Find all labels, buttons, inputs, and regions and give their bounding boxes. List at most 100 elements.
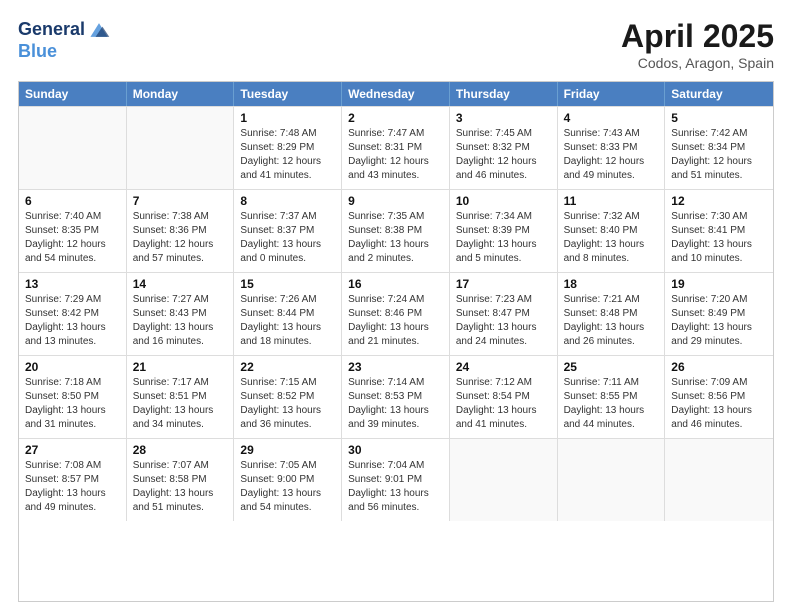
calendar-week-row: 13Sunrise: 7:29 AMSunset: 8:42 PMDayligh… — [19, 272, 773, 355]
calendar-cell: 28Sunrise: 7:07 AMSunset: 8:58 PMDayligh… — [127, 439, 235, 521]
daylight-text: Daylight: 12 hours and 49 minutes. — [564, 155, 659, 183]
calendar-cell: 21Sunrise: 7:17 AMSunset: 8:51 PMDayligh… — [127, 356, 235, 438]
calendar-cell: 30Sunrise: 7:04 AMSunset: 9:01 PMDayligh… — [342, 439, 450, 521]
day-number: 24 — [456, 360, 551, 374]
day-number: 7 — [133, 194, 228, 208]
calendar-cell: 3Sunrise: 7:45 AMSunset: 8:32 PMDaylight… — [450, 107, 558, 189]
calendar-header-cell: Tuesday — [234, 82, 342, 106]
day-number: 10 — [456, 194, 551, 208]
daylight-text: Daylight: 12 hours and 43 minutes. — [348, 155, 443, 183]
daylight-text: Daylight: 13 hours and 51 minutes. — [133, 487, 228, 515]
main-title: April 2025 — [621, 18, 774, 55]
sunset-text: Sunset: 8:52 PM — [240, 390, 335, 404]
day-number: 18 — [564, 277, 659, 291]
calendar-cell — [558, 439, 666, 521]
sunset-text: Sunset: 8:44 PM — [240, 307, 335, 321]
sunrise-text: Sunrise: 7:35 AM — [348, 210, 443, 224]
sunset-text: Sunset: 8:42 PM — [25, 307, 120, 321]
sunrise-text: Sunrise: 7:42 AM — [671, 127, 767, 141]
daylight-text: Daylight: 13 hours and 18 minutes. — [240, 321, 335, 349]
sunrise-text: Sunrise: 7:38 AM — [133, 210, 228, 224]
sunrise-text: Sunrise: 7:27 AM — [133, 293, 228, 307]
daylight-text: Daylight: 12 hours and 57 minutes. — [133, 238, 228, 266]
sunset-text: Sunset: 8:55 PM — [564, 390, 659, 404]
calendar-week-row: 20Sunrise: 7:18 AMSunset: 8:50 PMDayligh… — [19, 355, 773, 438]
daylight-text: Daylight: 13 hours and 21 minutes. — [348, 321, 443, 349]
daylight-text: Daylight: 13 hours and 41 minutes. — [456, 404, 551, 432]
daylight-text: Daylight: 13 hours and 56 minutes. — [348, 487, 443, 515]
daylight-text: Daylight: 13 hours and 5 minutes. — [456, 238, 551, 266]
calendar-cell — [450, 439, 558, 521]
calendar-cell — [127, 107, 235, 189]
sunrise-text: Sunrise: 7:34 AM — [456, 210, 551, 224]
daylight-text: Daylight: 13 hours and 2 minutes. — [348, 238, 443, 266]
calendar-cell: 14Sunrise: 7:27 AMSunset: 8:43 PMDayligh… — [127, 273, 235, 355]
daylight-text: Daylight: 12 hours and 41 minutes. — [240, 155, 335, 183]
sunrise-text: Sunrise: 7:37 AM — [240, 210, 335, 224]
sunrise-text: Sunrise: 7:47 AM — [348, 127, 443, 141]
logo-icon — [87, 18, 111, 42]
sunset-text: Sunset: 8:57 PM — [25, 473, 120, 487]
calendar-cell: 13Sunrise: 7:29 AMSunset: 8:42 PMDayligh… — [19, 273, 127, 355]
sunset-text: Sunset: 8:43 PM — [133, 307, 228, 321]
day-number: 8 — [240, 194, 335, 208]
calendar-cell: 26Sunrise: 7:09 AMSunset: 8:56 PMDayligh… — [665, 356, 773, 438]
calendar-header-cell: Saturday — [665, 82, 773, 106]
daylight-text: Daylight: 12 hours and 51 minutes. — [671, 155, 767, 183]
sunset-text: Sunset: 8:54 PM — [456, 390, 551, 404]
sunrise-text: Sunrise: 7:18 AM — [25, 376, 120, 390]
sunrise-text: Sunrise: 7:20 AM — [671, 293, 767, 307]
calendar-header-cell: Monday — [127, 82, 235, 106]
daylight-text: Daylight: 13 hours and 44 minutes. — [564, 404, 659, 432]
sunset-text: Sunset: 8:32 PM — [456, 141, 551, 155]
sunrise-text: Sunrise: 7:04 AM — [348, 459, 443, 473]
calendar-header-cell: Friday — [558, 82, 666, 106]
day-number: 16 — [348, 277, 443, 291]
logo: General Blue — [18, 18, 111, 62]
daylight-text: Daylight: 13 hours and 29 minutes. — [671, 321, 767, 349]
calendar-cell: 2Sunrise: 7:47 AMSunset: 8:31 PMDaylight… — [342, 107, 450, 189]
sunset-text: Sunset: 8:37 PM — [240, 224, 335, 238]
calendar-cell — [19, 107, 127, 189]
daylight-text: Daylight: 13 hours and 54 minutes. — [240, 487, 335, 515]
day-number: 28 — [133, 443, 228, 457]
daylight-text: Daylight: 13 hours and 8 minutes. — [564, 238, 659, 266]
daylight-text: Daylight: 13 hours and 46 minutes. — [671, 404, 767, 432]
sunrise-text: Sunrise: 7:14 AM — [348, 376, 443, 390]
logo-text-general: General — [18, 20, 85, 40]
sunrise-text: Sunrise: 7:43 AM — [564, 127, 659, 141]
calendar-cell: 11Sunrise: 7:32 AMSunset: 8:40 PMDayligh… — [558, 190, 666, 272]
daylight-text: Daylight: 13 hours and 10 minutes. — [671, 238, 767, 266]
sunset-text: Sunset: 8:48 PM — [564, 307, 659, 321]
daylight-text: Daylight: 13 hours and 39 minutes. — [348, 404, 443, 432]
sunrise-text: Sunrise: 7:45 AM — [456, 127, 551, 141]
day-number: 17 — [456, 277, 551, 291]
daylight-text: Daylight: 13 hours and 13 minutes. — [25, 321, 120, 349]
calendar-cell: 29Sunrise: 7:05 AMSunset: 9:00 PMDayligh… — [234, 439, 342, 521]
sunset-text: Sunset: 8:38 PM — [348, 224, 443, 238]
sunset-text: Sunset: 8:46 PM — [348, 307, 443, 321]
calendar-week-row: 1Sunrise: 7:48 AMSunset: 8:29 PMDaylight… — [19, 106, 773, 189]
calendar-cell: 4Sunrise: 7:43 AMSunset: 8:33 PMDaylight… — [558, 107, 666, 189]
calendar-cell: 25Sunrise: 7:11 AMSunset: 8:55 PMDayligh… — [558, 356, 666, 438]
day-number: 12 — [671, 194, 767, 208]
sunrise-text: Sunrise: 7:40 AM — [25, 210, 120, 224]
sunset-text: Sunset: 8:49 PM — [671, 307, 767, 321]
day-number: 2 — [348, 111, 443, 125]
calendar-cell: 19Sunrise: 7:20 AMSunset: 8:49 PMDayligh… — [665, 273, 773, 355]
calendar-cell: 10Sunrise: 7:34 AMSunset: 8:39 PMDayligh… — [450, 190, 558, 272]
sunset-text: Sunset: 8:35 PM — [25, 224, 120, 238]
sunset-text: Sunset: 8:34 PM — [671, 141, 767, 155]
calendar-cell: 8Sunrise: 7:37 AMSunset: 8:37 PMDaylight… — [234, 190, 342, 272]
calendar-header-cell: Wednesday — [342, 82, 450, 106]
calendar-cell: 12Sunrise: 7:30 AMSunset: 8:41 PMDayligh… — [665, 190, 773, 272]
day-number: 15 — [240, 277, 335, 291]
sunrise-text: Sunrise: 7:09 AM — [671, 376, 767, 390]
day-number: 27 — [25, 443, 120, 457]
day-number: 29 — [240, 443, 335, 457]
page: General Blue April 2025 Codos, Aragon, S… — [0, 0, 792, 612]
day-number: 1 — [240, 111, 335, 125]
daylight-text: Daylight: 13 hours and 49 minutes. — [25, 487, 120, 515]
day-number: 25 — [564, 360, 659, 374]
header: General Blue April 2025 Codos, Aragon, S… — [18, 18, 774, 71]
